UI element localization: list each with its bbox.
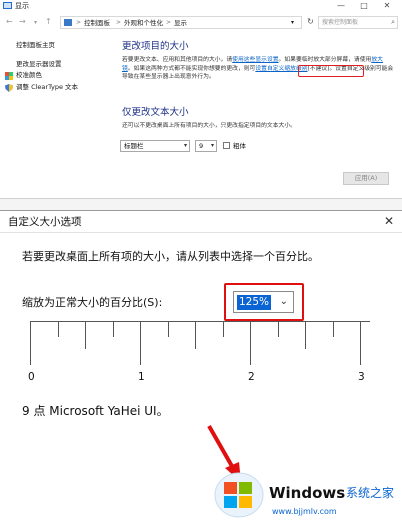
scale-ruler[interactable]: 0 1 2 3 <box>28 321 370 387</box>
item-select[interactable]: 标题栏 ▾ <box>120 140 190 152</box>
ruler-tick <box>58 321 59 337</box>
change-text-size-description: 还可以不更改桌面上所有项目的大小，只更改指定项目的文本大小。 <box>122 123 296 129</box>
ruler-label: 2 <box>248 371 255 383</box>
bold-label: 粗体 <box>233 142 246 150</box>
recent-dropdown-icon[interactable]: ▾ <box>34 18 37 28</box>
ruler-tick <box>333 321 334 337</box>
breadcrumb[interactable]: > 控制面板 > 外观和个性化 > 显示 ▾ <box>60 16 302 29</box>
desc-text: 。如果要临时放大部分屏幕，请使用 <box>278 57 372 63</box>
address-bar: ← → ▾ ↑ > 控制面板 > 外观和个性化 > 显示 ▾ ↻ ⌕ <box>0 13 402 30</box>
desc-text: 。如果这两种方式都不能实现你想要的更改，则可 <box>127 65 256 72</box>
display-control-panel-window: 显示 — □ ✕ ← → ▾ ↑ > 控制面板 > 外观和个性化 > 显示 ▾ … <box>0 0 402 199</box>
font-size-value: 9 <box>199 142 204 150</box>
search-box[interactable]: ⌕ <box>318 16 398 29</box>
ruler-tick <box>360 321 361 365</box>
close-button[interactable]: ✕ <box>378 0 396 12</box>
ruler-tick <box>250 321 251 365</box>
chevron-down-icon: ▾ <box>210 142 214 149</box>
change-size-heading: 更改项目的大小 <box>122 41 189 52</box>
chevron-down-icon: ▾ <box>183 142 187 149</box>
desc-text: 若要更改文本、应用和其他项目的大小，请 <box>122 57 233 63</box>
ruler-tick <box>223 321 224 337</box>
refresh-icon[interactable]: ↻ <box>304 16 317 29</box>
bold-checkbox[interactable] <box>223 142 230 149</box>
dialog-title: 自定义大小选项 <box>8 216 82 228</box>
watermark: Windows 系统之家 www.bjjmlv.com <box>212 467 398 523</box>
text-size-controls: 标题栏 ▾ 9 ▾ 粗体 <box>120 140 320 153</box>
ruler-tick <box>113 321 114 337</box>
minimize-button[interactable]: — <box>332 0 350 12</box>
breadcrumb-display[interactable]: 显示 <box>174 17 187 29</box>
ruler-tick <box>140 321 141 365</box>
ruler-label: 0 <box>28 371 35 383</box>
breadcrumb-dropdown-icon[interactable]: ▾ <box>291 17 294 29</box>
ruler-tick <box>30 321 31 365</box>
ruler-tick <box>85 321 86 349</box>
dialog-close-icon[interactable]: ✕ <box>384 214 394 228</box>
separator-gap <box>0 199 402 210</box>
custom-size-dialog: 自定义大小选项 ✕ 若要更改桌面上所有项的大小，请从列表中选择一个百分比。 缩放… <box>0 210 402 528</box>
change-display-settings-link[interactable]: 更改显示器设置 <box>16 60 62 69</box>
font-size-select[interactable]: 9 ▾ <box>195 140 217 152</box>
apply-button[interactable]: 应用(A) <box>343 172 389 185</box>
window-title: 显示 <box>15 2 29 10</box>
breadcrumb-control-panel[interactable]: 控制面板 <box>84 17 110 29</box>
control-panel-home-link[interactable]: 控制面板主页 <box>16 41 55 50</box>
ruler-tick <box>168 321 169 337</box>
item-select-value: 标题栏 <box>124 142 144 150</box>
scale-combobox-highlight <box>224 283 304 321</box>
ruler-baseline <box>30 321 370 322</box>
dialog-title-bar: 自定义大小选项 ✕ <box>0 211 402 233</box>
back-arrow-icon[interactable]: ← <box>6 17 13 27</box>
change-text-size-heading: 仅更改文本大小 <box>122 107 189 118</box>
search-icon[interactable]: ⌕ <box>391 17 395 28</box>
ruler-tick <box>195 321 196 349</box>
custom-scaling-highlight <box>298 65 364 77</box>
sample-text: 9 点 Microsoft YaHei UI。 <box>22 404 169 418</box>
breadcrumb-separator: > <box>116 19 122 26</box>
display-app-icon <box>3 2 12 9</box>
watermark-url: www.bjjmlv.com <box>272 507 337 516</box>
windows-logo-icon <box>214 472 264 518</box>
cleartype-shield-icon <box>5 84 13 92</box>
watermark-brand-cn: 系统之家 <box>346 486 395 500</box>
watermark-brand: Windows <box>269 484 346 502</box>
breadcrumb-separator: > <box>166 19 172 26</box>
control-panel-icon <box>64 19 72 26</box>
calibrate-color-link[interactable]: 校准颜色 <box>16 71 42 80</box>
ruler-label: 3 <box>358 371 365 383</box>
dialog-instruction: 若要更改桌面上所有项的大小，请从列表中选择一个百分比。 <box>22 250 319 263</box>
color-calibration-icon <box>5 72 13 80</box>
search-input[interactable] <box>322 17 388 28</box>
adjust-cleartype-link[interactable]: 调整 ClearType 文本 <box>16 83 78 92</box>
ruler-tick <box>305 321 306 349</box>
ruler-label: 1 <box>138 371 145 383</box>
ruler-tick <box>278 321 279 337</box>
title-bar: 显示 — □ ✕ <box>0 0 402 12</box>
breadcrumb-separator: > <box>76 19 82 26</box>
up-arrow-icon[interactable]: ↑ <box>45 17 52 27</box>
display-settings-link[interactable]: 使用这些显示设置 <box>232 57 278 63</box>
scale-percentage-label: 缩放为正常大小的百分比(S): <box>22 296 163 309</box>
forward-arrow-icon[interactable]: → <box>19 17 26 27</box>
breadcrumb-appearance[interactable]: 外观和个性化 <box>124 17 163 29</box>
maximize-button[interactable]: □ <box>355 0 373 12</box>
